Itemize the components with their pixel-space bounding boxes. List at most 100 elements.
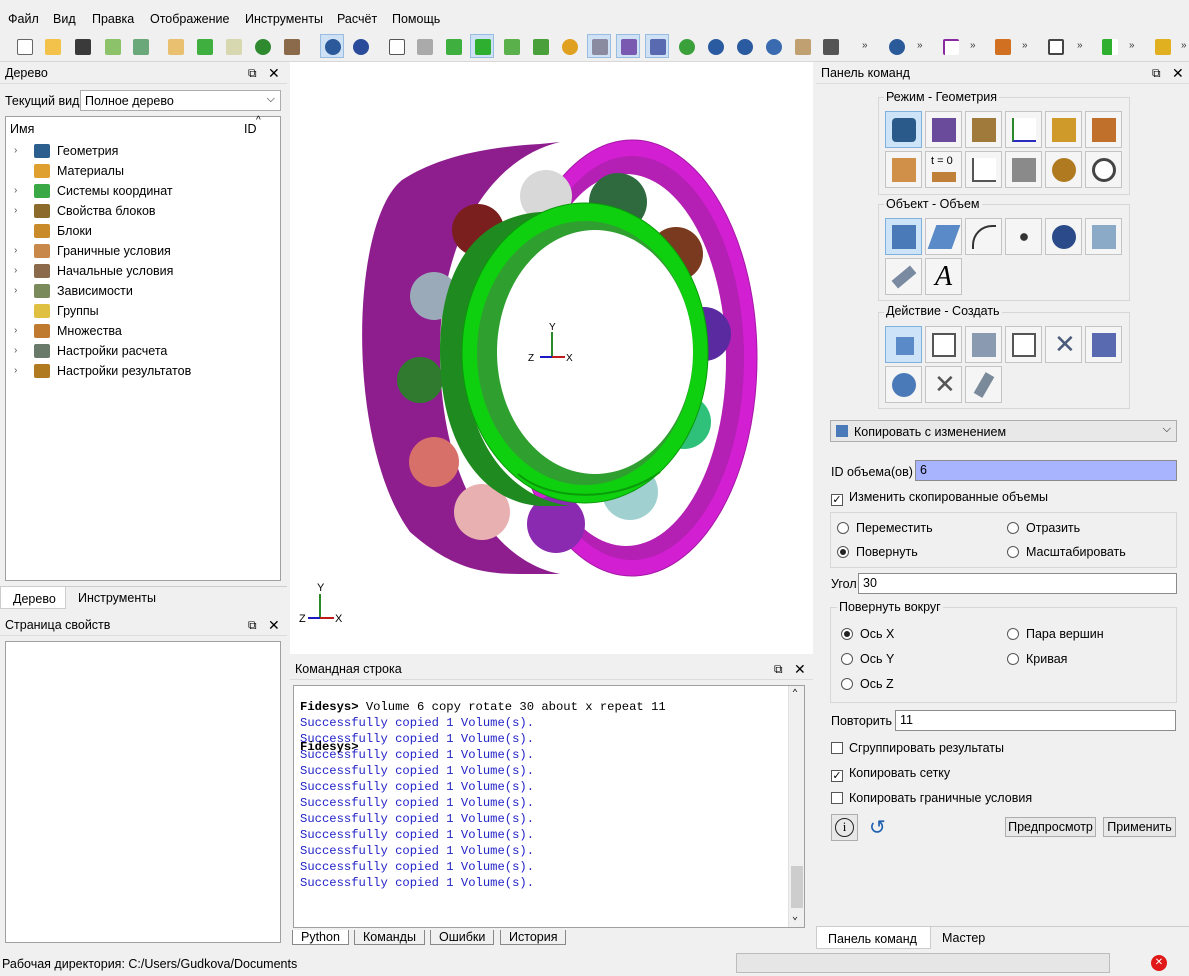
close-icon[interactable]: ✕ bbox=[268, 65, 280, 82]
run-script-icon[interactable] bbox=[192, 34, 216, 58]
group-results-checkbox[interactable]: Сгруппировать результаты bbox=[831, 741, 1004, 755]
current-view-select[interactable]: Полное дерево ⌵ bbox=[80, 90, 281, 111]
geometry-mode-icon[interactable] bbox=[885, 111, 922, 148]
console-scrollbar[interactable]: ⌃ ⌄ bbox=[788, 686, 804, 927]
tab-python[interactable]: Python bbox=[292, 930, 349, 945]
axis-y-radio[interactable]: Ось Y bbox=[841, 652, 894, 666]
shapes-icon[interactable] bbox=[499, 34, 523, 58]
3d-viewport[interactable]: Y X Z Y X Z bbox=[290, 62, 813, 654]
copy-bc-checkbox[interactable]: Копировать граничные условия bbox=[831, 791, 1032, 805]
wireframe-cube-icon[interactable] bbox=[384, 34, 408, 58]
info-button[interactable]: i bbox=[831, 814, 858, 841]
menu-calculation[interactable]: Расчёт bbox=[337, 12, 377, 26]
hammer-icon[interactable] bbox=[279, 34, 303, 58]
mesh-mode-icon[interactable] bbox=[925, 111, 962, 148]
sets-mode-icon[interactable] bbox=[1085, 111, 1122, 148]
vertex-pair-radio[interactable]: Пара вершин bbox=[1007, 627, 1104, 641]
preview-button[interactable]: Предпросмотр bbox=[1005, 817, 1096, 837]
close-icon[interactable]: ✕ bbox=[794, 661, 806, 678]
materials-view-icon[interactable] bbox=[557, 34, 581, 58]
scroll-up-icon[interactable]: ⌃ bbox=[792, 688, 798, 700]
axes-icon[interactable] bbox=[1150, 34, 1174, 58]
group-object-icon[interactable] bbox=[1045, 218, 1082, 255]
brush-action-icon[interactable] bbox=[965, 366, 1002, 403]
vertex-object-icon[interactable] bbox=[1005, 218, 1042, 255]
create-action-icon[interactable] bbox=[885, 326, 922, 363]
properties-action-icon[interactable] bbox=[1005, 326, 1042, 363]
column-name-header[interactable]: Имя bbox=[10, 122, 34, 136]
surface-object-icon[interactable] bbox=[925, 218, 962, 255]
close-icon[interactable]: ✕ bbox=[1172, 65, 1184, 82]
expand-arrow-icon[interactable]: › bbox=[14, 205, 17, 216]
toolbar-more-icon[interactable]: » bbox=[862, 40, 868, 51]
copy-mesh-checkbox[interactable]: ✓ Копировать сетку bbox=[831, 766, 950, 782]
import-icon[interactable] bbox=[100, 34, 124, 58]
refresh-icon[interactable] bbox=[674, 34, 698, 58]
blocks-mode-icon[interactable] bbox=[1045, 111, 1082, 148]
expand-arrow-icon[interactable]: › bbox=[14, 285, 17, 296]
shaded-cube-icon[interactable] bbox=[441, 34, 465, 58]
mesh-cube-icon[interactable] bbox=[528, 34, 552, 58]
tree-view[interactable]: Имя ID ^ › Геометрия Материалы › Системы коо… bbox=[5, 115, 281, 581]
tab-command-panel[interactable]: Панель команд bbox=[816, 927, 931, 949]
ruler-icon[interactable] bbox=[818, 34, 842, 58]
id-icon[interactable] bbox=[221, 34, 245, 58]
calculator-mode-icon[interactable] bbox=[1005, 151, 1042, 188]
menu-tools[interactable]: Инструменты bbox=[245, 12, 323, 26]
modify-copied-checkbox[interactable]: ✓ Изменить скопированные объемы bbox=[831, 490, 1048, 506]
save-icon[interactable] bbox=[70, 34, 94, 58]
crosshair-icon[interactable] bbox=[938, 34, 962, 58]
load-icon[interactable] bbox=[990, 34, 1014, 58]
measure-object-icon[interactable] bbox=[885, 258, 922, 295]
zoom-out-icon[interactable] bbox=[732, 34, 756, 58]
menu-help[interactable]: Помощь bbox=[392, 12, 440, 26]
delete-action-icon[interactable]: ✕ bbox=[1045, 326, 1082, 363]
zoom-in-icon[interactable] bbox=[703, 34, 727, 58]
grid-icon[interactable] bbox=[587, 34, 611, 58]
scale-radio[interactable]: Масштабировать bbox=[1007, 545, 1126, 559]
toolbar-more-icon[interactable]: » bbox=[1022, 40, 1028, 51]
curve-object-icon[interactable] bbox=[965, 218, 1002, 255]
error-indicator-icon[interactable]: ✕ bbox=[1151, 955, 1167, 971]
axis-x-radio[interactable]: Ось X bbox=[841, 627, 894, 641]
volume-ids-input[interactable]: 6 bbox=[915, 460, 1177, 481]
text-object-icon[interactable]: A bbox=[925, 258, 962, 295]
axis-z-radio[interactable]: Ось Z bbox=[841, 677, 894, 691]
edit-script-icon[interactable] bbox=[163, 34, 187, 58]
window-icon[interactable] bbox=[645, 34, 669, 58]
expand-arrow-icon[interactable]: › bbox=[14, 145, 17, 156]
apply-button[interactable]: Применить bbox=[1103, 817, 1176, 837]
toolbar-more-icon[interactable]: » bbox=[970, 40, 976, 51]
rotate-radio[interactable]: Повернуть bbox=[837, 545, 918, 559]
transform-action-icon[interactable] bbox=[965, 326, 1002, 363]
inspect-mode-icon[interactable] bbox=[1085, 151, 1122, 188]
groups-toolbar-icon[interactable] bbox=[884, 34, 908, 58]
open-folder-icon[interactable] bbox=[40, 34, 64, 58]
scroll-thumb[interactable] bbox=[791, 866, 803, 908]
boundary-mode-icon[interactable] bbox=[885, 151, 922, 188]
expand-arrow-icon[interactable]: › bbox=[14, 325, 17, 336]
mesh-tool-icon[interactable] bbox=[1043, 34, 1067, 58]
tab-commands[interactable]: Команды bbox=[354, 930, 425, 945]
export-icon[interactable] bbox=[128, 34, 152, 58]
properties-mode-icon[interactable] bbox=[965, 111, 1002, 148]
tools-action-icon[interactable]: ✕ bbox=[925, 366, 962, 403]
fit-view-icon[interactable] bbox=[761, 34, 785, 58]
menu-edit[interactable]: Правка bbox=[92, 12, 134, 26]
toolbar-more-icon[interactable]: » bbox=[1129, 40, 1135, 51]
column-id-header[interactable]: ID bbox=[244, 122, 257, 136]
menu-view[interactable]: Вид bbox=[53, 12, 76, 26]
boolean-action-icon[interactable] bbox=[885, 366, 922, 403]
volume-object-icon[interactable] bbox=[885, 218, 922, 255]
float-panel-icon[interactable]: ⧉ bbox=[248, 66, 257, 81]
body-object-icon[interactable] bbox=[1085, 218, 1122, 255]
pause-icon[interactable] bbox=[250, 34, 274, 58]
copy-action-icon[interactable] bbox=[1085, 326, 1122, 363]
float-panel-icon[interactable]: ⧉ bbox=[1152, 66, 1161, 81]
expand-arrow-icon[interactable]: › bbox=[14, 345, 17, 356]
tab-history[interactable]: История bbox=[500, 930, 567, 945]
toolbar-more-icon[interactable]: » bbox=[917, 40, 923, 51]
expand-arrow-icon[interactable]: › bbox=[14, 185, 17, 196]
move-radio[interactable]: Переместить bbox=[837, 521, 933, 535]
operation-select[interactable]: Копировать с изменением ⌵ bbox=[830, 420, 1177, 442]
